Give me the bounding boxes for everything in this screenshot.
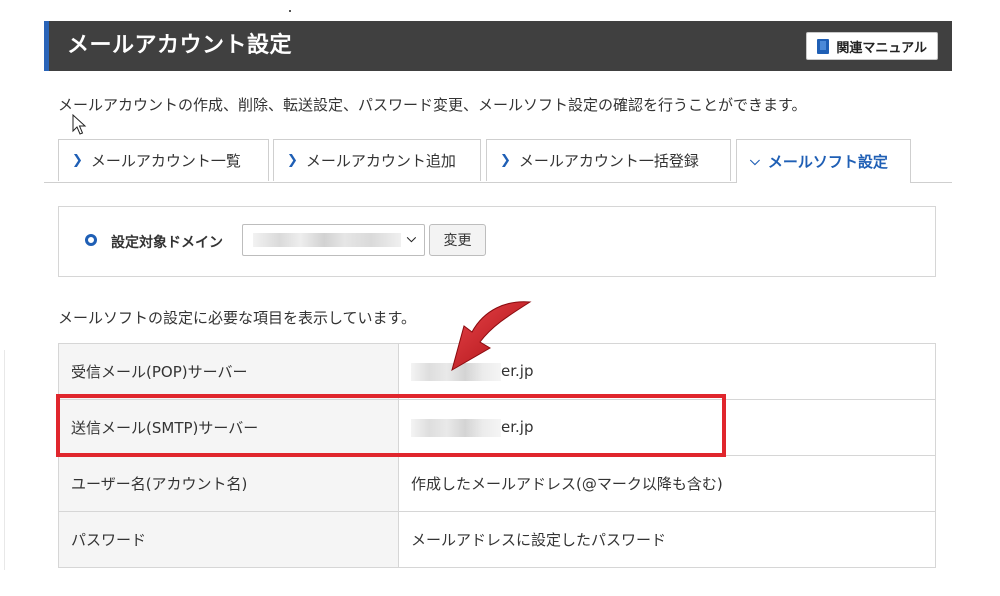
book-icon: [817, 38, 830, 54]
domain-selector-panel: 設定対象ドメイン ⌵ 変更: [58, 206, 936, 277]
setting-value-cell: er.jp: [398, 399, 936, 456]
domain-label: 設定対象ドメイン: [111, 235, 223, 251]
tab-account-bulk-register[interactable]: ❯ メールアカウント一括登録: [486, 139, 731, 181]
stray-dot: [289, 10, 291, 12]
tab-label: メールソフト設定: [767, 153, 888, 171]
info-text: メールソフトの設定に必要な項目を表示しています。: [58, 309, 417, 327]
tab-account-add[interactable]: ❯ メールアカウント追加: [273, 139, 481, 181]
redacted-server: [411, 418, 501, 437]
setting-value: メールアドレスに設定したパスワード: [398, 511, 936, 568]
mouse-pointer-icon: [72, 114, 87, 135]
divider: [4, 350, 5, 570]
setting-label: パスワード: [58, 511, 399, 568]
table-row: ユーザー名(アカウント名) 作成したメールアドレス(@マーク以降も含む): [58, 455, 936, 512]
table-row: パスワード メールアドレスに設定したパスワード: [58, 511, 936, 568]
tab-bar: ❯ メールアカウント一覧 ❯ メールアカウント追加 ❯ メールアカウント一括登録…: [44, 139, 952, 183]
tab-account-list[interactable]: ❯ メールアカウント一覧: [58, 139, 269, 181]
circle-bullet-icon: [85, 234, 97, 246]
page-description: メールアカウントの作成、削除、転送設定、パスワード変更、メールソフト設定の確認を…: [58, 96, 807, 114]
related-manual-label: 関連マニュアル: [836, 40, 927, 56]
chevron-down-icon: ⌵: [750, 154, 760, 169]
related-manual-button[interactable]: 関連マニュアル: [806, 32, 938, 60]
tab-mail-software-settings[interactable]: ⌵ メールソフト設定: [736, 139, 911, 183]
setting-value: er.jp: [501, 418, 534, 437]
chevron-right-icon: ❯: [500, 153, 511, 168]
redacted-domain: [253, 233, 401, 247]
tab-label: メールアカウント一覧: [90, 152, 241, 170]
chevron-down-icon: ⌵: [406, 231, 416, 245]
tab-label: メールアカウント一括登録: [518, 152, 699, 170]
chevron-right-icon: ❯: [287, 153, 298, 168]
setting-label: 送信メール(SMTP)サーバー: [58, 399, 399, 456]
table-row: 送信メール(SMTP)サーバー er.jp: [58, 399, 936, 456]
domain-select[interactable]: ⌵: [242, 224, 425, 256]
chevron-right-icon: ❯: [72, 153, 83, 168]
change-button[interactable]: 変更: [429, 224, 486, 256]
tab-label: メールアカウント追加: [305, 152, 456, 170]
page-title: メールアカウント設定: [67, 33, 293, 58]
setting-value: 作成したメールアドレス(@マーク以降も含む): [398, 455, 936, 512]
red-curved-arrow-icon: [451, 301, 532, 372]
setting-label: 受信メール(POP)サーバー: [58, 343, 399, 400]
setting-label: ユーザー名(アカウント名): [58, 455, 399, 512]
page-header: メールアカウント設定 関連マニュアル: [44, 21, 952, 71]
